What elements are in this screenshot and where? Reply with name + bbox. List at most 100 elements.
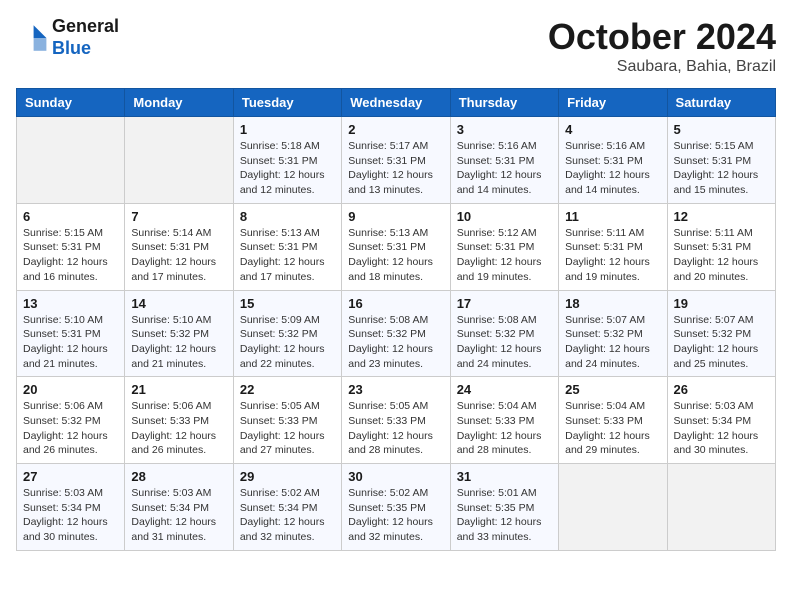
day-info: Sunrise: 5:13 AM Sunset: 5:31 PM Dayligh… <box>348 226 443 285</box>
day-number: 23 <box>348 382 443 397</box>
calendar-week-row: 27 Sunrise: 5:03 AM Sunset: 5:34 PM Dayli… <box>17 464 776 551</box>
day-number: 25 <box>565 382 660 397</box>
calendar-cell: 19Sunrise: 5:07 AM Sunset: 5:32 PM Dayli… <box>667 290 775 377</box>
calendar-cell: 20Sunrise: 5:06 AM Sunset: 5:32 PM Dayli… <box>17 377 125 464</box>
day-number: 17 <box>457 296 552 311</box>
calendar-cell: 13Sunrise: 5:10 AM Sunset: 5:31 PM Dayli… <box>17 290 125 377</box>
day-number: 1 <box>240 122 335 137</box>
calendar-cell <box>559 464 667 551</box>
day-number: 20 <box>23 382 118 397</box>
weekday-header-row: SundayMondayTuesdayWednesdayThursdayFrid… <box>17 89 776 117</box>
logo-general: General <box>52 16 119 36</box>
calendar-cell: 7 Sunrise: 5:14 AM Sunset: 5:31 PM Daylig… <box>125 203 233 290</box>
calendar-cell: 31 Sunrise: 5:01 AM Sunset: 5:35 PM Dayli… <box>450 464 558 551</box>
logo: General Blue <box>16 16 119 59</box>
day-info: Sunrise: 5:12 AM Sunset: 5:31 PM Dayligh… <box>457 226 552 285</box>
day-info: Sunrise: 5:03 AM Sunset: 5:34 PM Dayligh… <box>674 399 769 458</box>
calendar-week-row: 13Sunrise: 5:10 AM Sunset: 5:31 PM Dayli… <box>17 290 776 377</box>
month-title: October 2024 <box>548 16 776 58</box>
day-info: Sunrise: 5:08 AM Sunset: 5:32 PM Dayligh… <box>348 313 443 372</box>
day-number: 30 <box>348 469 443 484</box>
day-number: 8 <box>240 209 335 224</box>
day-number: 12 <box>674 209 769 224</box>
day-info: Sunrise: 5:03 AM Sunset: 5:34 PM Dayligh… <box>23 486 118 545</box>
logo-icon <box>16 22 48 54</box>
day-number: 21 <box>131 382 226 397</box>
day-number: 24 <box>457 382 552 397</box>
calendar-cell: 24 Sunrise: 5:04 AM Sunset: 5:33 PM Dayli… <box>450 377 558 464</box>
day-number: 6 <box>23 209 118 224</box>
calendar-cell: 1 Sunrise: 5:18 AM Sunset: 5:31 PM Daylig… <box>233 117 341 204</box>
day-info: Sunrise: 5:05 AM Sunset: 5:33 PM Dayligh… <box>348 399 443 458</box>
day-info: Sunrise: 5:11 AM Sunset: 5:31 PM Dayligh… <box>565 226 660 285</box>
calendar-cell: 28 Sunrise: 5:03 AM Sunset: 5:34 PM Dayli… <box>125 464 233 551</box>
day-info: Sunrise: 5:18 AM Sunset: 5:31 PM Dayligh… <box>240 139 335 198</box>
day-number: 18 <box>565 296 660 311</box>
day-info: Sunrise: 5:03 AM Sunset: 5:34 PM Dayligh… <box>131 486 226 545</box>
calendar-cell: 21Sunrise: 5:06 AM Sunset: 5:33 PM Dayli… <box>125 377 233 464</box>
day-number: 3 <box>457 122 552 137</box>
day-info: Sunrise: 5:08 AM Sunset: 5:32 PM Dayligh… <box>457 313 552 372</box>
day-number: 27 <box>23 469 118 484</box>
calendar-cell <box>667 464 775 551</box>
day-number: 4 <box>565 122 660 137</box>
calendar-cell: 23 Sunrise: 5:05 AM Sunset: 5:33 PM Dayli… <box>342 377 450 464</box>
logo-blue: Blue <box>52 38 91 58</box>
calendar-cell: 5Sunrise: 5:15 AM Sunset: 5:31 PM Daylig… <box>667 117 775 204</box>
calendar-week-row: 20Sunrise: 5:06 AM Sunset: 5:32 PM Dayli… <box>17 377 776 464</box>
calendar-week-row: 1 Sunrise: 5:18 AM Sunset: 5:31 PM Daylig… <box>17 117 776 204</box>
day-number: 19 <box>674 296 769 311</box>
calendar-cell: 6 Sunrise: 5:15 AM Sunset: 5:31 PM Daylig… <box>17 203 125 290</box>
weekday-header-thursday: Thursday <box>450 89 558 117</box>
day-info: Sunrise: 5:01 AM Sunset: 5:35 PM Dayligh… <box>457 486 552 545</box>
day-number: 22 <box>240 382 335 397</box>
day-number: 14 <box>131 296 226 311</box>
weekday-header-friday: Friday <box>559 89 667 117</box>
calendar-cell: 14Sunrise: 5:10 AM Sunset: 5:32 PM Dayli… <box>125 290 233 377</box>
day-number: 15 <box>240 296 335 311</box>
calendar-cell: 27 Sunrise: 5:03 AM Sunset: 5:34 PM Dayli… <box>17 464 125 551</box>
weekday-header-wednesday: Wednesday <box>342 89 450 117</box>
calendar-cell: 3 Sunrise: 5:16 AM Sunset: 5:31 PM Daylig… <box>450 117 558 204</box>
day-info: Sunrise: 5:15 AM Sunset: 5:31 PM Dayligh… <box>23 226 118 285</box>
day-info: Sunrise: 5:07 AM Sunset: 5:32 PM Dayligh… <box>565 313 660 372</box>
day-number: 29 <box>240 469 335 484</box>
calendar-cell: 12 Sunrise: 5:11 AM Sunset: 5:31 PM Dayli… <box>667 203 775 290</box>
calendar-cell: 30Sunrise: 5:02 AM Sunset: 5:35 PM Dayli… <box>342 464 450 551</box>
weekday-header-monday: Monday <box>125 89 233 117</box>
day-number: 28 <box>131 469 226 484</box>
day-number: 31 <box>457 469 552 484</box>
day-info: Sunrise: 5:16 AM Sunset: 5:31 PM Dayligh… <box>565 139 660 198</box>
calendar-cell: 15 Sunrise: 5:09 AM Sunset: 5:32 PM Dayli… <box>233 290 341 377</box>
calendar-cell: 11 Sunrise: 5:11 AM Sunset: 5:31 PM Dayli… <box>559 203 667 290</box>
calendar-cell: 9 Sunrise: 5:13 AM Sunset: 5:31 PM Daylig… <box>342 203 450 290</box>
day-info: Sunrise: 5:10 AM Sunset: 5:31 PM Dayligh… <box>23 313 118 372</box>
calendar-cell: 26 Sunrise: 5:03 AM Sunset: 5:34 PM Dayli… <box>667 377 775 464</box>
calendar-cell: 22Sunrise: 5:05 AM Sunset: 5:33 PM Dayli… <box>233 377 341 464</box>
calendar-cell: 8Sunrise: 5:13 AM Sunset: 5:31 PM Daylig… <box>233 203 341 290</box>
day-info: Sunrise: 5:04 AM Sunset: 5:33 PM Dayligh… <box>565 399 660 458</box>
day-number: 26 <box>674 382 769 397</box>
calendar-cell: 16 Sunrise: 5:08 AM Sunset: 5:32 PM Dayli… <box>342 290 450 377</box>
day-info: Sunrise: 5:17 AM Sunset: 5:31 PM Dayligh… <box>348 139 443 198</box>
day-number: 11 <box>565 209 660 224</box>
day-info: Sunrise: 5:02 AM Sunset: 5:34 PM Dayligh… <box>240 486 335 545</box>
day-info: Sunrise: 5:16 AM Sunset: 5:31 PM Dayligh… <box>457 139 552 198</box>
day-info: Sunrise: 5:04 AM Sunset: 5:33 PM Dayligh… <box>457 399 552 458</box>
calendar-cell: 25 Sunrise: 5:04 AM Sunset: 5:33 PM Dayli… <box>559 377 667 464</box>
weekday-header-saturday: Saturday <box>667 89 775 117</box>
weekday-header-sunday: Sunday <box>17 89 125 117</box>
day-number: 16 <box>348 296 443 311</box>
day-info: Sunrise: 5:11 AM Sunset: 5:31 PM Dayligh… <box>674 226 769 285</box>
calendar-cell <box>125 117 233 204</box>
day-number: 9 <box>348 209 443 224</box>
day-number: 5 <box>674 122 769 137</box>
day-number: 7 <box>131 209 226 224</box>
calendar-cell: 10 Sunrise: 5:12 AM Sunset: 5:31 PM Dayli… <box>450 203 558 290</box>
calendar-cell: 18 Sunrise: 5:07 AM Sunset: 5:32 PM Dayli… <box>559 290 667 377</box>
day-info: Sunrise: 5:14 AM Sunset: 5:31 PM Dayligh… <box>131 226 226 285</box>
day-number: 10 <box>457 209 552 224</box>
page-header: General Blue October 2024 Saubara, Bahia… <box>16 16 776 76</box>
calendar-cell: 29 Sunrise: 5:02 AM Sunset: 5:34 PM Dayli… <box>233 464 341 551</box>
day-info: Sunrise: 5:09 AM Sunset: 5:32 PM Dayligh… <box>240 313 335 372</box>
